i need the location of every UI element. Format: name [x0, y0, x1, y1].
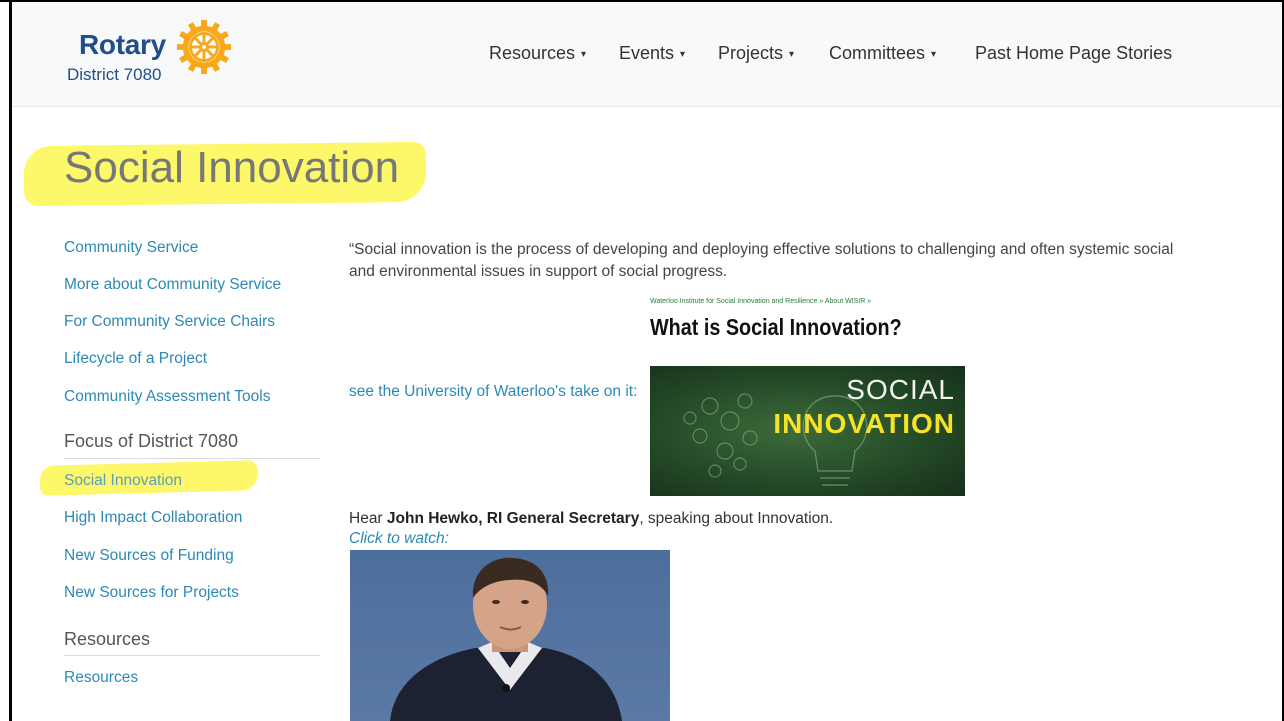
nav-projects-label: Projects [718, 43, 784, 63]
sidebar-divider [64, 458, 320, 459]
caret-down-icon: ▾ [789, 49, 795, 60]
hear-suffix: , speaking about Innovation. [639, 510, 834, 527]
sidebar-link-more-about-community-service[interactable]: More about Community Service [64, 276, 281, 294]
nav-events-label: Events [619, 43, 675, 63]
speaker-name: John Hewko, RI General Secretary [386, 510, 640, 527]
hear-line: Hear John Hewko, RI General Secretary, s… [349, 510, 833, 528]
sidebar-link-community-service-chairs[interactable]: For Community Service Chairs [64, 313, 275, 331]
image-text-social: SOCIAL [846, 374, 955, 405]
social-innovation-image[interactable]: SOCIAL INNOVATION [650, 366, 965, 496]
nav-projects[interactable]: Projects ▾ [718, 43, 794, 64]
sidebar-link-community-service[interactable]: Community Service [64, 239, 198, 257]
rotary-wheel-icon [176, 19, 232, 75]
sidebar-link-community-assessment-tools[interactable]: Community Assessment Tools [64, 388, 270, 406]
image-text-innovation: INNOVATION [773, 408, 955, 439]
click-to-watch-link[interactable]: Click to watch: [349, 530, 449, 548]
wisir-breadcrumb: Waterloo Institute for Social Innovation… [650, 298, 872, 305]
sidebar-link-social-innovation[interactable]: Social Innovation [64, 472, 182, 490]
rotary-logo[interactable]: Rotary District 7080 [67, 18, 247, 98]
hear-prefix: Hear [349, 510, 387, 527]
nav-resources[interactable]: Resources ▾ [489, 43, 586, 64]
sidebar-link-resources[interactable]: Resources [64, 669, 138, 687]
logo-district: District 7080 [67, 65, 162, 84]
sidebar-link-high-impact-collaboration[interactable]: High Impact Collaboration [64, 509, 242, 527]
nav-past-stories-label: Past Home Page Stories [975, 43, 1173, 63]
intro-quote: “Social innovation is the process of dev… [349, 241, 1174, 280]
sidebar-heading-resources: Resources [64, 629, 151, 649]
wisir-heading: What is Social Innovation? [650, 314, 902, 340]
caret-down-icon: ▾ [931, 49, 937, 60]
page-title: Social Innovation [64, 143, 400, 192]
video-thumbnail[interactable] [350, 550, 670, 721]
nav-past-home-page-stories[interactable]: Past Home Page Stories [975, 43, 1172, 64]
sidebar-link-lifecycle-of-project[interactable]: Lifecycle of a Project [64, 350, 207, 368]
window-frame-left [9, 0, 12, 721]
caret-down-icon: ▾ [680, 49, 686, 60]
sidebar-link-new-sources-of-funding[interactable]: New Sources of Funding [64, 547, 234, 565]
caret-down-icon: ▾ [581, 49, 587, 60]
logo-wordmark: Rotary [79, 29, 166, 60]
sidebar-heading-focus: Focus of District 7080 [64, 431, 239, 451]
sidebar-link-new-sources-for-projects[interactable]: New Sources for Projects [64, 584, 239, 602]
nav-committees-label: Committees [829, 43, 926, 63]
nav-events[interactable]: Events ▾ [619, 43, 685, 64]
speaker-photo [390, 557, 622, 721]
top-navbar: Rotary District 7080 Resources ▾ Events … [12, 2, 1282, 107]
sidebar-divider [64, 655, 320, 656]
waterloo-link[interactable]: see the University of Waterloo's take on… [349, 383, 637, 401]
nav-committees[interactable]: Committees ▾ [829, 43, 936, 64]
nav-resources-label: Resources [489, 43, 576, 63]
